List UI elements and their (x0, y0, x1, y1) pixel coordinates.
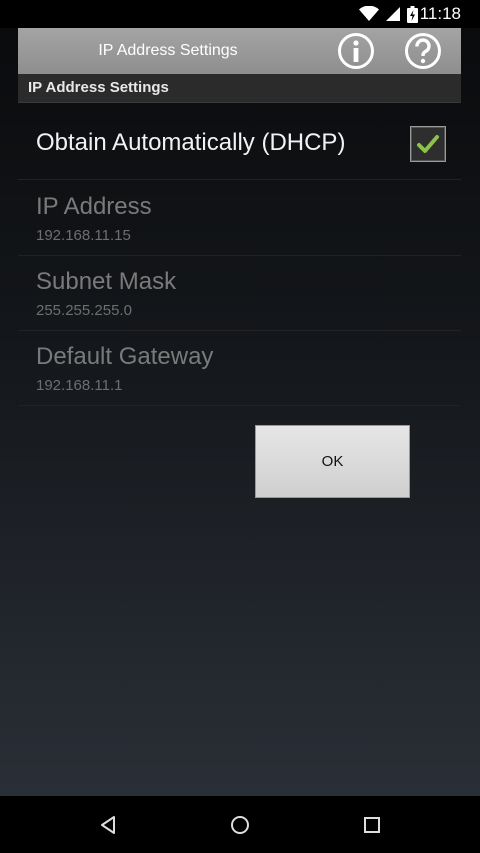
dhcp-label: Obtain Automatically (DHCP) (36, 129, 346, 156)
recents-icon (364, 817, 380, 833)
ip-address-row: IP Address 192.168.11.15 (18, 180, 461, 256)
status-bar: 11:18 (0, 0, 480, 28)
home-button[interactable] (227, 812, 253, 838)
default-gateway-title: Default Gateway (36, 343, 214, 370)
title-bar: IP Address Settings (18, 28, 461, 74)
default-gateway-value: 192.168.11.1 (36, 377, 123, 394)
subnet-mask-value: 255.255.255.0 (36, 302, 132, 319)
back-button[interactable] (95, 812, 121, 838)
nav-bar (0, 796, 480, 853)
back-icon (101, 816, 115, 834)
status-time: 11:18 (419, 4, 461, 23)
section-header-label: IP Address Settings (28, 79, 169, 96)
dhcp-row[interactable]: Obtain Automatically (DHCP) (18, 104, 461, 180)
home-icon (231, 816, 249, 834)
default-gateway-row: Default Gateway 192.168.11.1 (18, 330, 461, 406)
ok-button[interactable]: OK (255, 425, 410, 498)
section-header: IP Address Settings (18, 74, 461, 103)
dhcp-checkbox[interactable] (410, 126, 446, 162)
battery-icon (407, 5, 418, 23)
app-screen: IP Address Settings IP Address Settings … (0, 28, 480, 796)
ip-address-value: 192.168.11.15 (36, 227, 131, 244)
ip-address-title: IP Address (36, 193, 152, 220)
subnet-mask-title: Subnet Mask (36, 268, 177, 295)
page-title: IP Address Settings (98, 42, 238, 59)
help-button[interactable] (404, 32, 442, 70)
info-button[interactable] (337, 32, 375, 70)
wifi-icon (359, 6, 379, 21)
help-icon (405, 33, 441, 69)
signal-icon (386, 7, 400, 21)
info-icon (338, 33, 374, 69)
checkmark-icon (417, 135, 439, 153)
subnet-mask-row: Subnet Mask 255.255.255.0 (18, 255, 461, 331)
recents-button[interactable] (359, 812, 385, 838)
